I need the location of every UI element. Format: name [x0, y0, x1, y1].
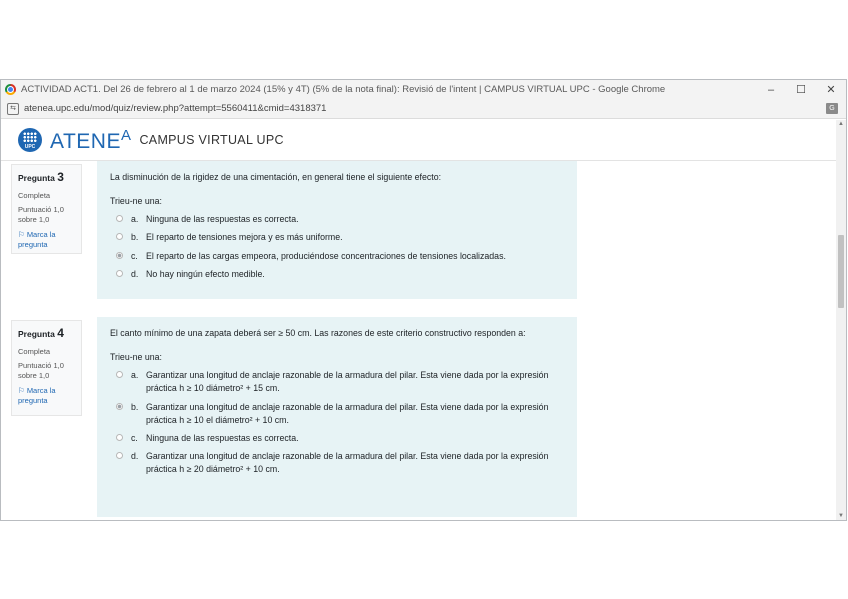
question-label: Pregunta	[18, 329, 55, 339]
logo-text: UPC	[24, 144, 36, 150]
question-text: La disminución de la rigidez de una cime…	[110, 172, 442, 182]
answer-radio[interactable]	[116, 233, 123, 241]
question-state: Completa	[18, 346, 51, 356]
answer-text: Garantizar una longitud de anclaje razon…	[146, 451, 549, 475]
answer-text: Ninguna de las respuestas es correcta.	[146, 214, 299, 225]
question-content: La disminución de la rigidez de una cime…	[97, 161, 577, 299]
title-bar: ACTIVIDAD ACT1. Del 26 de febrero al 1 d…	[1, 80, 846, 99]
brand-main: ATENE	[50, 129, 121, 153]
question-state: Completa	[18, 190, 51, 200]
maximize-button[interactable]: ☐	[786, 83, 816, 96]
question-info: Pregunta 3 Completa Puntuació 1,0 sobre …	[11, 164, 82, 254]
question-num: 4	[57, 326, 64, 340]
vertical-scrollbar[interactable]: ▲ ▼	[836, 120, 846, 520]
question-number: Pregunta 3	[18, 170, 75, 186]
scrollbar-thumb[interactable]	[838, 235, 844, 308]
answer-option[interactable]: a. Garantizar una longitud de anclaje ra…	[110, 369, 564, 395]
question-score: Puntuació 1,0 sobre 1,0	[18, 361, 64, 381]
flag-question-link[interactable]: ⚐ Marca la pregunta	[18, 386, 75, 406]
answer-radio-selected[interactable]	[116, 251, 123, 259]
campus-title: CAMPUS VIRTUAL UPC	[139, 133, 284, 147]
brand-sup: A	[120, 126, 132, 144]
question-text: El canto mínimo de una zapata deberá ser…	[110, 328, 526, 338]
answer-text: No hay ningún efecto medible.	[146, 268, 265, 279]
answer-option[interactable]: a. Ninguna de las respuestas es correcta…	[110, 213, 564, 226]
upc-logo[interactable]: UPC	[18, 128, 42, 152]
flag-icon: ⚐	[18, 229, 27, 239]
answer-option[interactable]: d. Garantizar una longitud de anclaje ra…	[110, 450, 564, 476]
answer-option[interactable]: c. Ninguna de las respuestas es correcta…	[110, 432, 564, 445]
answer-letter: c.	[131, 432, 138, 443]
answer-radio[interactable]	[116, 371, 123, 379]
translate-icon[interactable]: G	[826, 103, 838, 114]
answer-letter: d.	[131, 268, 139, 279]
answer-letter: a.	[131, 370, 139, 381]
answer-option[interactable]: d. No hay ningún efecto medible.	[110, 268, 564, 281]
answer-letter: b.	[131, 232, 139, 243]
close-button[interactable]: ✕	[816, 83, 846, 96]
question-label: Pregunta	[18, 173, 55, 183]
answer-option[interactable]: c. El reparto de las cargas empeora, pro…	[110, 250, 564, 263]
answer-text: El reparto de las cargas empeora, produc…	[146, 250, 506, 261]
answer-option[interactable]: b. El reparto de tensiones mejora y es m…	[110, 231, 564, 244]
question-info: Pregunta 4 Completa Puntuació 1,0 sobre …	[11, 320, 82, 416]
answer-radio[interactable]	[116, 452, 123, 460]
question-content: El canto mínimo de una zapata deberá ser…	[97, 317, 577, 517]
answer-radio[interactable]	[116, 269, 123, 277]
answer-letter: a.	[131, 214, 139, 225]
window-title: ACTIVIDAD ACT1. Del 26 de febrero al 1 d…	[21, 84, 666, 95]
flag-question-link[interactable]: ⚐ Marca la pregunta	[18, 230, 75, 250]
question-num: 3	[57, 170, 64, 184]
logo-dots-icon	[23, 132, 37, 142]
scroll-up-icon[interactable]: ▲	[836, 121, 846, 127]
answer-option[interactable]: b. Garantizar una longitud de anclaje ra…	[110, 401, 564, 427]
answer-letter: c.	[131, 250, 138, 261]
flag-icon: ⚐	[18, 385, 27, 395]
answer-radio-selected[interactable]	[116, 402, 123, 410]
chrome-icon	[5, 84, 16, 95]
answer-text: El reparto de tensiones mejora y es más …	[146, 232, 343, 243]
answer-prompt: Trieu-ne una:	[110, 196, 162, 207]
atenea-brand[interactable]: ATENEA	[50, 127, 131, 154]
answer-letter: b.	[131, 401, 139, 412]
answer-radio[interactable]	[116, 215, 123, 223]
url-field[interactable]: atenea.upc.edu/mod/quiz/review.php?attem…	[24, 103, 826, 114]
answer-letter: d.	[131, 451, 139, 462]
minimize-button[interactable]: –	[756, 84, 786, 96]
browser-window: ACTIVIDAD ACT1. Del 26 de febrero al 1 d…	[0, 79, 847, 521]
answer-prompt: Trieu-ne una:	[110, 352, 162, 363]
question-score: Puntuació 1,0 sobre 1,0	[18, 205, 64, 225]
answer-text: Ninguna de las respuestas es correcta.	[146, 432, 299, 443]
address-bar: ⇆ atenea.upc.edu/mod/quiz/review.php?att…	[1, 99, 846, 119]
question-number: Pregunta 4	[18, 326, 75, 342]
page-content: UPC ATENEA CAMPUS VIRTUAL UPC Pregunta 3…	[1, 120, 838, 520]
site-header: UPC ATENEA CAMPUS VIRTUAL UPC	[1, 120, 838, 161]
site-info-icon[interactable]: ⇆	[7, 102, 19, 115]
answer-radio[interactable]	[116, 433, 123, 441]
scroll-down-icon[interactable]: ▼	[836, 513, 846, 519]
answer-text: Garantizar una longitud de anclaje razon…	[146, 401, 549, 425]
answer-text: Garantizar una longitud de anclaje razon…	[146, 370, 549, 394]
